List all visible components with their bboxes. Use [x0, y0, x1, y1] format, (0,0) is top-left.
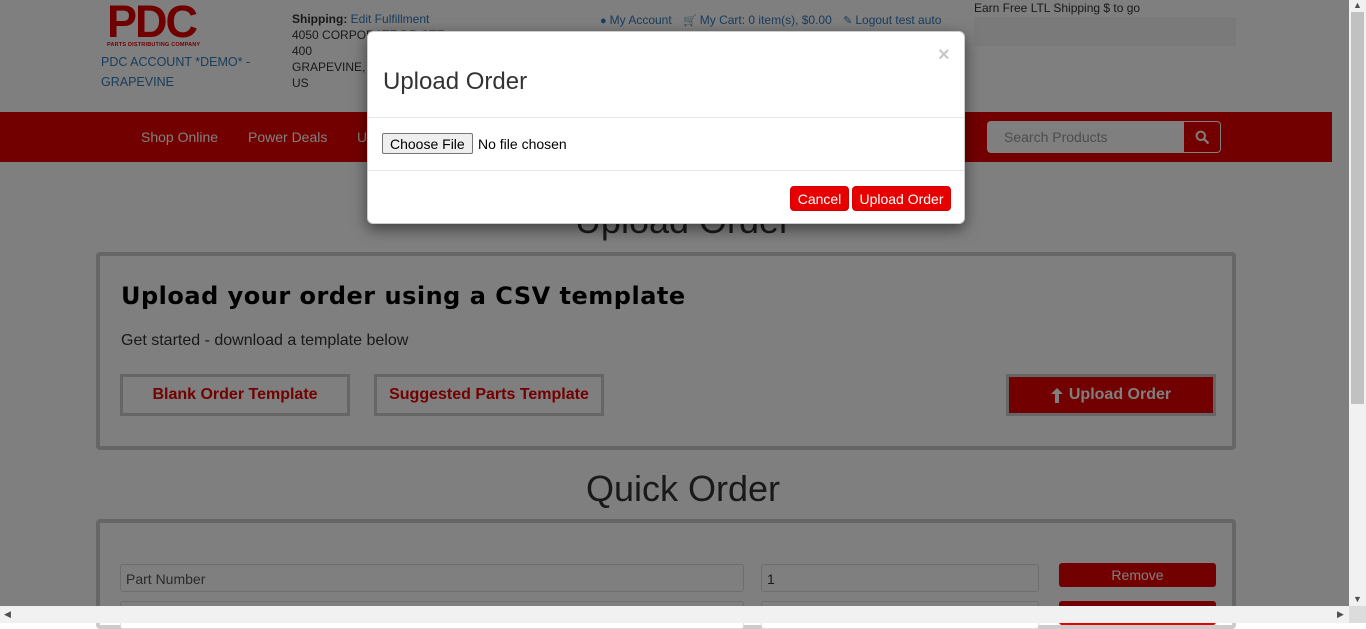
modal-upload-order-button[interactable]: Upload Order	[852, 186, 951, 211]
scrollbar-corner	[1349, 606, 1366, 623]
scroll-down-icon[interactable]: ▼	[1353, 594, 1362, 604]
horizontal-scrollbar[interactable]: ◀ ▶	[0, 606, 1349, 623]
scroll-up-icon[interactable]: ▲	[1353, 0, 1362, 10]
scroll-left-icon[interactable]: ◀	[4, 609, 11, 620]
close-icon[interactable]: ×	[938, 44, 950, 67]
file-status-text: No file chosen	[478, 136, 567, 152]
modal-divider	[368, 117, 964, 118]
vertical-scrollbar[interactable]: ▲ ▼	[1349, 0, 1366, 606]
scroll-right-icon[interactable]: ▶	[1337, 609, 1344, 620]
modal-footer-divider	[368, 170, 964, 171]
vertical-scroll-thumb[interactable]	[1351, 12, 1364, 404]
choose-file-button[interactable]: Choose File	[382, 133, 473, 154]
cancel-button[interactable]: Cancel	[790, 186, 849, 211]
upload-order-modal: × Upload Order Choose File No file chose…	[367, 31, 965, 224]
modal-title: Upload Order	[383, 68, 528, 95]
